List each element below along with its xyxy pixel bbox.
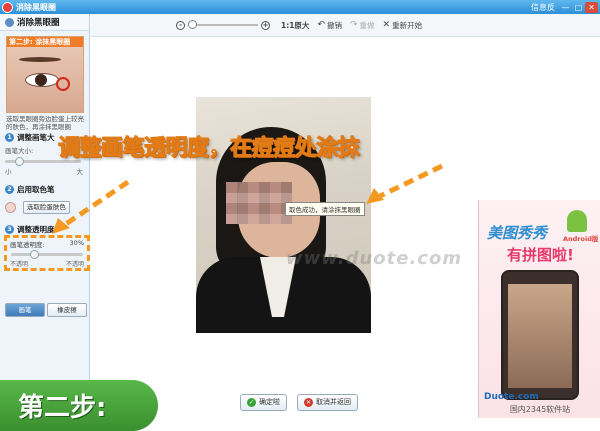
max-label: 大 xyxy=(76,168,84,176)
panel-header: 消除黑眼圈 xyxy=(0,14,89,31)
feedback-link[interactable]: 信息反 xyxy=(531,2,555,13)
step-card-label: 第二步: 涂抹黑眼圈 xyxy=(7,37,83,47)
minimize-button[interactable]: — xyxy=(559,2,572,13)
cancel-button[interactable]: ✕ 取消并返回 xyxy=(297,394,358,411)
toolbar: - + 1:1原大 ↶ 撤销 ↷ 重做 ✕ 重新开始 xyxy=(91,14,600,37)
watermark: www.duote.com xyxy=(286,248,463,269)
editing-canvas[interactable]: www.duote.com 取色成功，请涂抹黑眼圈 xyxy=(91,38,478,390)
ad-tagline: 有拼图啦! xyxy=(507,246,574,264)
close-icon: ✕ xyxy=(304,398,313,407)
ad-brand: 美图秀秀 xyxy=(487,224,548,242)
zoom-in-icon[interactable]: + xyxy=(261,20,270,30)
step-card: 第二步: 涂抹黑眼圈 xyxy=(6,36,84,113)
android-icon xyxy=(567,210,587,232)
android-label: Android版 xyxy=(563,235,599,243)
tutorial-caption: 调整画笔透明度，在痘痘处涂抹 xyxy=(57,136,360,162)
opacity-label: 画笔透明度: xyxy=(10,241,45,249)
close-icon: ✕ xyxy=(382,20,391,30)
highlight-circle-icon xyxy=(56,77,70,91)
undo-icon: ↶ xyxy=(317,20,325,30)
tooltip: 取色成功，请涂抹黑眼圈 xyxy=(285,202,365,216)
app-icon xyxy=(2,1,13,13)
brush-size-heading: 调整画笔大 xyxy=(17,133,55,142)
opacity-slider[interactable] xyxy=(11,250,83,259)
restart-button[interactable]: ✕ 重新开始 xyxy=(383,20,423,31)
bottom-actions: ✓ 确定啦 ✕ 取消并返回 xyxy=(240,394,358,411)
slider-handle[interactable] xyxy=(15,157,24,166)
step-number-icon: 3 xyxy=(5,225,14,234)
opacity-value: 30% xyxy=(69,239,84,247)
step-banner: 第二步: xyxy=(0,380,158,431)
phone-image xyxy=(501,270,579,400)
step-number-icon: 2 xyxy=(5,185,14,194)
title-bar: 消除黑眼圈 信息反 — □ ✕ xyxy=(0,0,600,14)
redo-icon: ↷ xyxy=(349,20,358,30)
advertisement[interactable]: 美图秀秀 Android版 有拼图啦! Duote.com 国内2345软件站 xyxy=(478,200,600,418)
opacity-control-highlight: 画笔透明度: 30% 不透明 不透明 xyxy=(4,235,90,271)
slider-handle[interactable] xyxy=(30,250,39,259)
original-size-button[interactable]: 1:1原大 xyxy=(281,20,309,31)
color-swatch xyxy=(5,202,16,213)
step-number-icon: 1 xyxy=(5,133,14,142)
step-banner-text: 第二步: xyxy=(18,393,107,423)
opacity-min-label: 不透明 xyxy=(10,261,29,268)
undo-button[interactable]: ↶ 撤销 xyxy=(317,20,342,31)
instruction-text: 选取黑眼圈旁边脸蛋上较亮的肤色，再涂抹黑眼圈 xyxy=(6,115,84,131)
check-icon: ✓ xyxy=(247,398,256,407)
mode-toggle: 画笔 橡皮擦 xyxy=(5,303,87,317)
close-button[interactable]: ✕ xyxy=(585,1,598,13)
back-icon[interactable] xyxy=(5,17,14,27)
maximize-button[interactable]: □ xyxy=(572,2,585,13)
slider-handle[interactable] xyxy=(188,20,197,29)
eye-example-image xyxy=(7,47,83,112)
arrow-to-tooltip-icon xyxy=(366,163,444,204)
redo-button[interactable]: ↷ 重做 xyxy=(350,20,375,31)
brush-mode-button[interactable]: 画笔 xyxy=(5,303,45,317)
ad-cn-domain: 国内2345软件站 xyxy=(509,405,571,414)
ad-domain: Duote.com xyxy=(484,392,539,402)
confirm-button[interactable]: ✓ 确定啦 xyxy=(240,394,287,411)
eraser-mode-button[interactable]: 橡皮擦 xyxy=(47,303,87,317)
zoom-out-icon[interactable]: - xyxy=(176,20,185,30)
zoom-slider[interactable] xyxy=(188,20,258,29)
min-label: 小 xyxy=(5,168,12,176)
panel-title: 消除黑眼圈 xyxy=(17,18,60,28)
arrow-to-opacity-icon xyxy=(52,179,130,234)
opacity-max-label: 不透明 xyxy=(65,261,84,268)
window-title: 消除黑眼圈 xyxy=(16,2,56,12)
